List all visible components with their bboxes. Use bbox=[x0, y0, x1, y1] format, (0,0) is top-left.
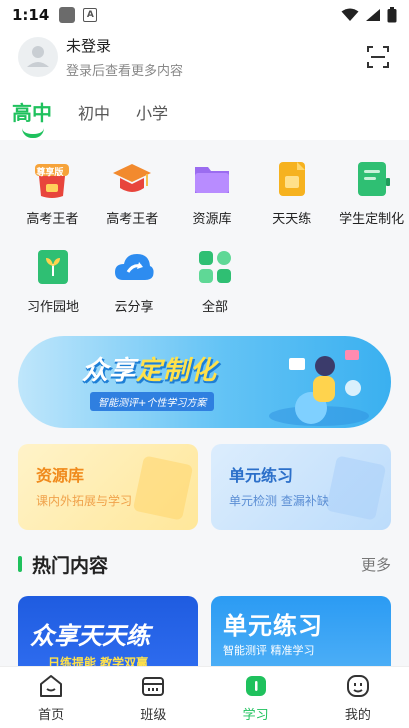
hot-card-subtitle: 日练提能 教学双赢 bbox=[48, 656, 149, 666]
nav-label: 我的 bbox=[344, 708, 371, 723]
wifi-icon bbox=[341, 8, 359, 21]
signal-icon bbox=[366, 9, 380, 21]
tab-label: 高中 bbox=[12, 101, 52, 125]
scan-icon bbox=[367, 46, 389, 68]
banner-title-part2: 定制化 bbox=[136, 356, 218, 386]
banner-title: 众享定制化 bbox=[82, 350, 217, 387]
nav-profile[interactable]: 我的 bbox=[307, 667, 409, 728]
grid-label: 天天练 bbox=[272, 212, 312, 227]
grid-item-cloud-share[interactable]: 云分享 bbox=[96, 246, 172, 334]
grid-item-daily-practice[interactable]: 天天练 bbox=[254, 158, 329, 246]
tab-label: 小学 bbox=[136, 104, 169, 123]
cloud-share-icon bbox=[113, 246, 155, 288]
study-icon bbox=[242, 672, 270, 700]
plant-book-icon bbox=[32, 246, 74, 288]
battery-icon bbox=[387, 7, 397, 23]
grid-label: 资源库 bbox=[192, 212, 232, 227]
more-link[interactable]: 更多 bbox=[361, 554, 391, 575]
premium-cap-icon: 尊享版 bbox=[31, 158, 73, 200]
grid-item-all[interactable]: 全部 bbox=[177, 246, 253, 334]
bottom-nav: 首页 班级 学习 我的 bbox=[0, 666, 409, 728]
notebook-icon bbox=[351, 158, 393, 200]
status-time: 1:14 bbox=[12, 6, 50, 24]
card-title: 单元练习 bbox=[229, 466, 294, 485]
card-subtitle: 课内外拓展与学习 bbox=[36, 494, 133, 508]
scan-button[interactable] bbox=[365, 44, 391, 70]
nav-label: 班级 bbox=[140, 708, 167, 723]
user-subtitle: 登录后查看更多内容 bbox=[66, 64, 184, 79]
login-prompt[interactable]: 未登录 登录后查看更多内容 bbox=[66, 35, 183, 79]
student-illustration-icon bbox=[269, 350, 369, 426]
folder-icon bbox=[191, 158, 233, 200]
nav-label: 首页 bbox=[38, 708, 65, 723]
grid-item-resource-library[interactable]: 资源库 bbox=[175, 158, 250, 246]
grid-label: 云分享 bbox=[114, 300, 154, 315]
hot-card-unit-practice[interactable]: 单元练习 智能测评 精准学习 bbox=[211, 596, 391, 666]
main-content: 尊享版 高考王者 高考王者 资源库 天天练 学生定制化 习作园地 云分享 全部 … bbox=[0, 140, 409, 666]
section-title: 热门内容 bbox=[32, 554, 109, 577]
user-name: 未登录 bbox=[66, 37, 112, 55]
document-icon bbox=[271, 158, 313, 200]
user-header: 未登录 登录后查看更多内容 bbox=[0, 30, 409, 84]
card-decoration bbox=[132, 455, 194, 521]
class-icon bbox=[139, 672, 167, 700]
user-placeholder-icon bbox=[27, 46, 49, 67]
grid-label: 习作园地 bbox=[26, 300, 79, 315]
card-decoration bbox=[325, 455, 387, 521]
section-accent-bar bbox=[18, 556, 22, 572]
graduation-cap-icon bbox=[111, 158, 153, 200]
nav-class[interactable]: 班级 bbox=[102, 667, 204, 728]
unit-practice-card[interactable]: 单元练习 单元检测 查漏补缺 bbox=[211, 444, 391, 530]
grid-label: 高考王者 bbox=[26, 212, 79, 227]
tab-label: 初中 bbox=[78, 104, 111, 123]
premium-badge: 尊享版 bbox=[36, 168, 64, 178]
card-title: 资源库 bbox=[36, 466, 85, 485]
promo-banner[interactable]: 众享定制化 智能测评+个性学习方案 bbox=[18, 336, 391, 428]
grid-label: 全部 bbox=[201, 300, 228, 315]
grid-item-writing-garden[interactable]: 习作园地 bbox=[15, 246, 91, 334]
grid-label: 高考王者 bbox=[106, 212, 159, 227]
nav-study[interactable]: 学习 bbox=[205, 667, 307, 728]
grid-apps-icon bbox=[194, 246, 236, 288]
nav-label: 学习 bbox=[242, 708, 269, 723]
hot-content-header: 热门内容 更多 bbox=[18, 550, 391, 578]
profile-icon bbox=[344, 672, 372, 700]
a-notification-icon: A bbox=[83, 8, 98, 22]
grid-item-gaokao-premium[interactable]: 尊享版 高考王者 bbox=[15, 158, 90, 246]
hot-card-daily-practice[interactable]: 众享天天练 日练提能 教学双赢 bbox=[18, 596, 198, 666]
home-icon bbox=[37, 672, 65, 700]
grid-item-student-custom[interactable]: 学生定制化 bbox=[334, 158, 409, 246]
grid-label: 学生定制化 bbox=[339, 212, 405, 227]
level-tabs: 高中 初中 小学 bbox=[0, 88, 409, 140]
tab-high-school[interactable]: 高中 bbox=[12, 88, 52, 140]
nav-home[interactable]: 首页 bbox=[0, 667, 102, 728]
banner-title-part1: 众享 bbox=[82, 356, 137, 386]
card-subtitle: 单元检测 查漏补缺 bbox=[229, 494, 329, 508]
avatar[interactable] bbox=[18, 37, 58, 77]
status-bar: 1:14 A bbox=[0, 0, 409, 30]
tab-primary-school[interactable]: 小学 bbox=[136, 88, 168, 140]
resource-library-card[interactable]: 资源库 课内外拓展与学习 bbox=[18, 444, 198, 530]
tab-middle-school[interactable]: 初中 bbox=[78, 88, 110, 140]
hot-card-title: 单元练习 bbox=[223, 612, 323, 640]
notification-icon bbox=[59, 7, 76, 23]
grid-item-gaokao[interactable]: 高考王者 bbox=[95, 158, 170, 246]
hot-card-subtitle: 智能测评 精准学习 bbox=[223, 644, 315, 657]
tab-indicator bbox=[22, 128, 44, 138]
banner-subtitle: 智能测评+个性学习方案 bbox=[90, 392, 215, 411]
hot-card-title: 众享天天练 bbox=[30, 622, 150, 650]
feature-grid: 尊享版 高考王者 高考王者 资源库 天天练 学生定制化 习作园地 云分享 全部 bbox=[0, 158, 409, 334]
